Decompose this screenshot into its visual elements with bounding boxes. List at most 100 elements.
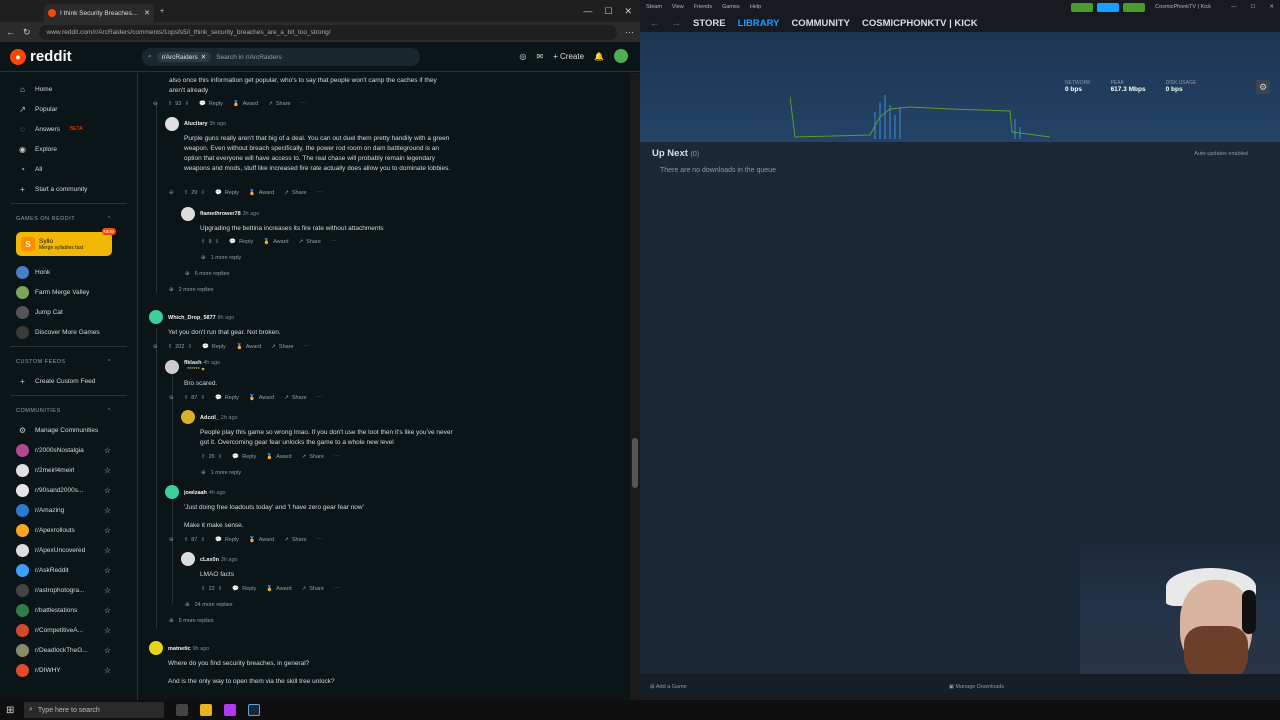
user-avatar[interactable] [614,49,628,63]
search-bar[interactable]: ⌕ r/ArcRaiders ✕ Search in r/ArcRaiders [142,48,420,66]
menu-steam[interactable]: Steam [646,4,662,10]
taskbar-search[interactable]: ⌕ Type here to search [24,702,164,718]
vote-control[interactable]: ⇧ 87 ⇩ [184,395,205,401]
new-tab-button[interactable]: + [160,8,164,15]
more-options-icon[interactable]: ⋯ [331,239,337,245]
games-section-header[interactable]: GAMES ON REDDIT ^ [0,210,137,228]
windows-start-icon[interactable]: ⊞ [6,705,14,716]
url-field[interactable]: www.reddit.com/r/ArcRaiders/comments/1op… [38,24,617,40]
create-custom-feed[interactable]: + Create Custom Feed [0,371,137,391]
award-button[interactable]: 🏅 Award [249,395,274,401]
more-replies-link[interactable]: ⊕ 2 more replies [169,287,213,293]
more-replies-link[interactable]: ⊕ 5 more replies [169,618,213,624]
more-replies-link[interactable]: ⊕ 24 more replies [185,602,233,608]
collapse-icon[interactable]: ⊖ [153,101,158,107]
more-options-icon[interactable]: ⋯ [301,101,307,107]
gear-icon[interactable]: ⚙ [1256,80,1270,94]
close-tab-icon[interactable]: ✕ [144,9,150,17]
menu-help[interactable]: Help [750,4,761,10]
subreddit-chip[interactable]: r/ArcRaiders ✕ [156,52,212,62]
community-item[interactable]: r/2000sNostalgia ☆ [0,440,137,460]
favorite-star-icon[interactable]: ☆ [104,606,111,615]
game-item-honk[interactable]: Honk [0,262,137,282]
sidebar-item-explore[interactable]: ◉ Explore [0,139,137,159]
award-button[interactable]: 🏅 Award [233,101,258,107]
award-button[interactable]: 🏅 Award [266,586,291,592]
favorite-star-icon[interactable]: ☆ [104,486,111,495]
avatar[interactable] [149,641,163,655]
close-window-icon[interactable]: ✕ [624,6,632,17]
collapse-icon[interactable]: ⊖ [169,395,174,401]
favorite-star-icon[interactable]: ☆ [104,546,111,555]
favorite-star-icon[interactable]: ☆ [104,566,111,575]
maximize-icon[interactable]: ☐ [1250,4,1255,10]
share-button[interactable]: ↗ Share [284,395,306,401]
community-item[interactable]: r/Apexrollouts ☆ [0,520,137,540]
notifications-button[interactable] [1123,2,1146,12]
community-item[interactable]: r/DeadlockTheG... ☆ [0,640,137,660]
avatar[interactable] [149,310,163,324]
sidebar-item-answers[interactable]: ◌ Answers BETA [0,119,137,139]
favorite-star-icon[interactable]: ☆ [104,626,111,635]
username[interactable]: Which_Drop_5877 [168,315,216,321]
maximize-icon[interactable]: ☐ [604,6,612,17]
vote-control[interactable]: ⇧ 29 ⇩ [184,190,205,196]
custom-feeds-header[interactable]: CUSTOM FEEDS ^ [0,353,137,371]
community-item[interactable]: r/90sand2000s... ☆ [0,480,137,500]
sidebar-item-all[interactable]: ◔ All [0,159,137,179]
community-item[interactable]: r/battlestations ☆ [0,600,137,620]
community-item[interactable]: r/AskReddit ☆ [0,560,137,580]
favorite-star-icon[interactable]: ☆ [104,526,111,535]
community-item[interactable]: r/CompetitiveA... ☆ [0,620,137,640]
vote-control[interactable]: ⇧ 87 ⇩ [184,537,205,543]
favorite-star-icon[interactable]: ☆ [104,666,111,675]
reply-button[interactable]: 💬 Reply [229,239,253,245]
reply-button[interactable]: 💬 Reply [199,101,223,107]
reply-button[interactable]: 💬 Reply [202,344,226,350]
avatar[interactable] [165,360,179,374]
award-button[interactable]: 🏅 Award [236,344,261,350]
avatar[interactable] [165,485,179,499]
vote-control[interactable]: ⇧ 93 ⇩ [168,101,189,107]
sidebar-item-start-community[interactable]: + Start a community [0,179,137,199]
share-button[interactable]: ↗ Share [284,537,306,543]
game-item-jump-cat[interactable]: Jump Cat [0,302,137,322]
share-button[interactable]: ↗ Share [302,586,324,592]
share-button[interactable]: ↗ Share [299,239,321,245]
browser-icon[interactable] [224,704,236,716]
vote-control[interactable]: ⇧ 202 ⇩ [168,344,192,350]
more-options-icon[interactable]: ⋯ [317,395,323,401]
announcements-button[interactable] [1097,2,1120,12]
community-item[interactable]: r/2meirl4meirl ☆ [0,460,137,480]
minimize-icon[interactable]: — [583,6,592,17]
nav-store[interactable]: STORE [693,18,726,29]
scrollbar[interactable] [630,73,640,700]
back-icon[interactable]: ← [650,18,660,29]
scrollbar-thumb[interactable] [632,438,638,488]
syllo-game-card[interactable]: S Syllo Merge syllables fast NEW [16,228,116,256]
notifications-icon[interactable]: 🔔 [594,52,604,61]
add-game-button[interactable]: ⊞ Add a Game [650,684,687,690]
share-button[interactable]: ↗ Share [302,454,324,460]
browser-tab[interactable]: I think Security Breaches are a bit ✕ [44,4,154,22]
task-view-icon[interactable] [176,704,188,716]
extensions-icon[interactable]: ⋯ [625,27,634,38]
username[interactable]: Adzzil_ [200,415,219,421]
username[interactable]: jowlzaah [184,490,207,496]
menu-friends[interactable]: Friends [694,4,712,10]
award-button[interactable]: 🏅 Award [263,239,288,245]
chip-close-icon[interactable]: ✕ [201,53,206,61]
account-menu[interactable]: CosmicPhonkTV | Kick [1155,4,1211,10]
steam-icon[interactable] [248,704,260,716]
community-item[interactable]: r/astrophotogra... ☆ [0,580,137,600]
share-button[interactable]: ↗ Share [284,190,306,196]
avatar[interactable] [165,117,179,131]
community-item[interactable]: r/DIWHY ☆ [0,660,137,680]
reply-button[interactable]: 💬 Reply [215,190,239,196]
favorite-star-icon[interactable]: ☆ [104,466,111,475]
reddit-logo[interactable]: ● reddit [10,48,72,65]
username[interactable]: flklash [184,360,201,366]
reply-button[interactable]: 💬 Reply [215,395,239,401]
favorite-star-icon[interactable]: ☆ [104,446,111,455]
manage-downloads-button[interactable]: ▣ Manage Downloads [949,684,1004,690]
